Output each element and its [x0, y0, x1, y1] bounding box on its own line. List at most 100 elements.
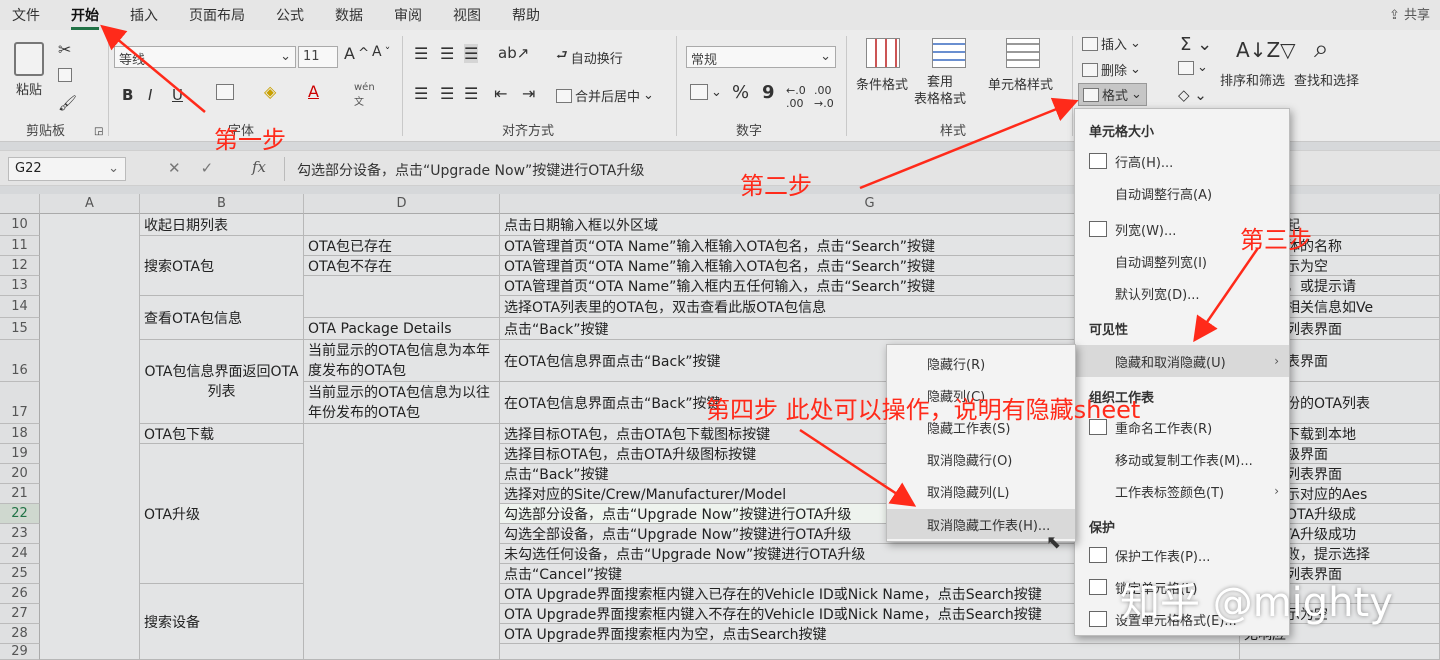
increase-font-icon[interactable]: A ^ [344, 44, 369, 63]
sort-filter-button[interactable]: 排序和筛选 [1220, 70, 1285, 89]
table-format-button[interactable]: 套用 表格格式 [914, 74, 966, 108]
formula-cancel-confirm-icons[interactable]: ✕✓ [168, 159, 233, 177]
number-format-dropdown[interactable]: 常规 ⌄ [686, 46, 836, 68]
italic-button[interactable]: I [148, 86, 152, 104]
column-header-d[interactable]: D [304, 194, 500, 214]
menu-review[interactable]: 审阅 [394, 5, 422, 25]
cell-a[interactable] [40, 214, 140, 660]
row-header[interactable]: 18 [0, 424, 40, 444]
unhide-columns-item[interactable]: 取消隐藏列(L) [887, 477, 1075, 505]
border-icon[interactable] [216, 84, 234, 100]
menu-insert[interactable]: 插入 [130, 5, 158, 25]
row-header[interactable]: 25 [0, 564, 40, 584]
increase-indent-icon[interactable]: ⇥ [522, 84, 535, 103]
cell-b-search-ota[interactable]: 搜索OTA包 [140, 236, 304, 296]
row-header[interactable]: 27 [0, 604, 40, 624]
cell-d13[interactable] [304, 276, 500, 318]
menu-file[interactable]: 文件 [12, 5, 40, 25]
font-size-dropdown[interactable]: 11 [298, 46, 338, 68]
fill-color-icon[interactable]: ◈ [264, 82, 276, 101]
column-header-b[interactable]: B [140, 194, 304, 214]
decrease-font-icon[interactable]: Aˇ [372, 44, 390, 60]
cell-d12[interactable]: OTA包不存在 [304, 256, 500, 276]
fill-icon[interactable]: ⌄ [1178, 60, 1208, 75]
row-header[interactable]: 12 [0, 256, 40, 276]
align-center-icon[interactable]: ☰ [440, 84, 454, 103]
cell-b-ota-upgrade[interactable]: OTA升级 [140, 444, 304, 584]
row-header[interactable]: 23 [0, 524, 40, 544]
row-header[interactable]: 13 [0, 276, 40, 296]
cell-d16[interactable]: 当前显示的OTA包信息为本年度发布的OTA包 [304, 340, 500, 382]
delete-cells-button[interactable]: 删除 ⌄ [1082, 60, 1141, 79]
row-header[interactable]: 29 [0, 644, 40, 660]
share-button[interactable]: ⇪ 共享 [1389, 4, 1430, 23]
comma-button[interactable]: 9 [762, 82, 775, 103]
autosum-icon[interactable]: Σ ⌄ [1180, 34, 1212, 55]
underline-button[interactable]: U [172, 86, 183, 104]
wrap-text-button[interactable]: ⮐ 自动换行 [556, 46, 623, 68]
cell-styles-button[interactable]: 单元格样式 [988, 74, 1053, 93]
decrease-decimal-icon[interactable]: .00 →.0 [814, 84, 834, 110]
row-header[interactable]: 19 [0, 444, 40, 464]
row-header[interactable]: 16 [0, 340, 40, 382]
column-header-a[interactable]: A [40, 194, 140, 214]
cell-b18[interactable]: OTA包下载 [140, 424, 304, 444]
font-color-icon[interactable]: A [308, 82, 319, 101]
row-header[interactable]: 22 [0, 504, 40, 524]
cell-b-view-ota[interactable]: 查看OTA包信息 [140, 296, 304, 340]
row-header[interactable]: 26 [0, 584, 40, 604]
cut-icon[interactable]: ✂ [58, 40, 71, 59]
cell-d15[interactable]: OTA Package Details [304, 318, 500, 340]
cell-g29[interactable] [500, 644, 1240, 660]
row-header[interactable]: 21 [0, 484, 40, 504]
name-box[interactable]: G22 ⌄ [8, 157, 126, 181]
menu-view[interactable]: 视图 [453, 5, 481, 25]
select-all-corner[interactable] [0, 194, 40, 214]
menu-help[interactable]: 帮助 [512, 5, 540, 25]
currency-icon[interactable]: ⌄ [690, 84, 722, 100]
phonetic-icon[interactable]: wén 文 [354, 82, 375, 108]
cell-d-rest[interactable] [304, 424, 500, 660]
row-header[interactable]: 17 [0, 382, 40, 424]
bold-button[interactable]: B [122, 86, 133, 104]
format-cells-button[interactable]: 格式 ⌄ [1078, 83, 1147, 106]
paste-button[interactable]: 粘贴 [14, 42, 44, 98]
default-width-item[interactable]: 默认列宽(D)... [1075, 279, 1289, 307]
autofit-row-item[interactable]: 自动调整行高(A) [1075, 179, 1289, 207]
font-name-dropdown[interactable]: 等线 ⌄ [114, 46, 296, 68]
cell-h29[interactable] [1240, 644, 1440, 660]
row-header[interactable]: 15 [0, 318, 40, 340]
fx-icon[interactable]: fx [252, 158, 266, 176]
menu-page-layout[interactable]: 页面布局 [189, 5, 245, 25]
clear-icon[interactable]: ◇ ⌄ [1178, 86, 1207, 104]
copy-icon[interactable] [58, 68, 72, 82]
tab-color-item[interactable]: 工作表标签颜色(T) › [1075, 477, 1289, 505]
row-height-item[interactable]: 行高(H)... [1075, 147, 1289, 175]
decrease-indent-icon[interactable]: ⇤ [494, 84, 507, 103]
row-header[interactable]: 28 [0, 624, 40, 644]
align-left-icon[interactable]: ☰ [414, 84, 428, 103]
row-header[interactable]: 24 [0, 544, 40, 564]
cell-d10[interactable] [304, 214, 500, 236]
merge-center-button[interactable]: 合并后居中 ⌄ [556, 86, 654, 105]
row-header[interactable]: 14 [0, 296, 40, 318]
menu-home[interactable]: 开始 [71, 5, 99, 30]
conditional-format-button[interactable]: 条件格式 [856, 74, 908, 93]
percent-button[interactable]: % [732, 82, 749, 103]
cell-b10[interactable]: 收起日期列表 [140, 214, 304, 236]
align-bottom-icon[interactable]: ☰ [464, 44, 479, 63]
hide-rows-item[interactable]: 隐藏行(R) [887, 349, 1075, 377]
row-header[interactable]: 20 [0, 464, 40, 484]
align-middle-icon[interactable]: ☰ [440, 44, 454, 63]
align-top-icon[interactable]: ☰ [414, 44, 428, 63]
unhide-rows-item[interactable]: 取消隐藏行(O) [887, 445, 1075, 473]
cell-d11[interactable]: OTA包已存在 [304, 236, 500, 256]
orientation-icon[interactable]: ab↗ [498, 44, 529, 62]
protect-sheet-item[interactable]: 保护工作表(P)... [1075, 541, 1289, 569]
dialog-launcher-icon[interactable]: ◲ [94, 126, 103, 137]
insert-cells-button[interactable]: 插入 ⌄ [1082, 34, 1141, 53]
hide-unhide-item[interactable]: 隐藏和取消隐藏(U) › [1075, 345, 1289, 377]
align-right-icon[interactable]: ☰ [464, 84, 478, 103]
format-painter-icon[interactable]: 🖌 [58, 94, 77, 112]
move-copy-sheet-item[interactable]: 移动或复制工作表(M)... [1075, 445, 1289, 473]
